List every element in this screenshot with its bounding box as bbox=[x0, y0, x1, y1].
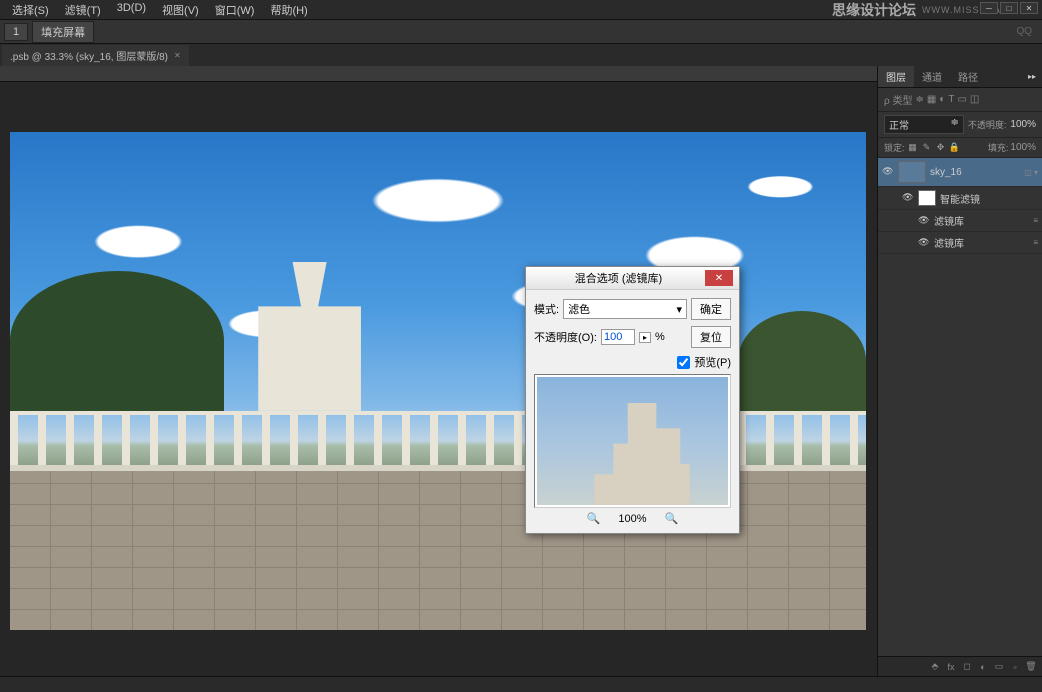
smart-object-icon: ◫ ▾ bbox=[1024, 168, 1038, 177]
dialog-close-btn[interactable]: ✕ bbox=[705, 270, 733, 286]
layer-thumbnail[interactable] bbox=[898, 161, 926, 183]
options-bar: 1 填充屏幕 QQ bbox=[0, 20, 1042, 44]
lock-label: 锁定: bbox=[884, 141, 905, 154]
panel-opacity-label: 不透明度: bbox=[968, 118, 1007, 131]
menu-filter[interactable]: 滤镜(T) bbox=[59, 0, 107, 20]
opacity-input[interactable] bbox=[601, 329, 635, 345]
fill-label: 填充: bbox=[988, 141, 1009, 154]
blend-mode-value: 正常 bbox=[889, 117, 909, 132]
menu-view[interactable]: 视图(V) bbox=[156, 0, 205, 20]
blend-options-dialog: 混合选项 (滤镜库) ✕ 模式: 滤色 ▾ 确定 不透明度(O): ▸ % bbox=[525, 266, 740, 534]
document-tab-label: .psb @ 33.3% (sky_16, 图层蒙版/8) bbox=[10, 48, 168, 63]
mask-thumbnail[interactable] bbox=[918, 190, 936, 206]
filter-adjust-icon[interactable]: ◐ bbox=[939, 94, 945, 105]
menu-help[interactable]: 帮助(H) bbox=[264, 0, 313, 20]
close-tab-icon[interactable]: ✕ bbox=[174, 51, 181, 60]
ribbon-btn-1[interactable]: 1 bbox=[4, 23, 28, 41]
filter-edit-icon[interactable]: ≡ bbox=[1033, 238, 1038, 247]
layer-name[interactable]: 智能滤镜 bbox=[940, 191, 1038, 206]
menu-bar: 选择(S) 滤镜(T) 3D(D) 视图(V) 窗口(W) 帮助(H) 思缘设计… bbox=[0, 0, 1042, 20]
visibility-icon[interactable]: 👁 bbox=[882, 166, 894, 178]
group-icon[interactable]: ▭ bbox=[992, 660, 1006, 674]
preview-image[interactable] bbox=[537, 377, 728, 505]
tab-layers[interactable]: 图层 bbox=[878, 66, 914, 87]
mask-icon[interactable]: ◻ bbox=[960, 660, 974, 674]
panel-opacity-value[interactable]: 100% bbox=[1010, 119, 1036, 130]
mode-value: 滤色 bbox=[568, 301, 590, 317]
filter-shape-icon[interactable]: ▭ bbox=[957, 94, 966, 105]
lock-all-icon[interactable]: 🔒 bbox=[949, 142, 961, 154]
chevron-down-icon: ▾ bbox=[676, 303, 682, 316]
ok-button[interactable]: 确定 bbox=[691, 298, 731, 320]
ribbon-btn-fill[interactable]: 填充屏幕 bbox=[32, 21, 94, 43]
fx-icon[interactable]: fx bbox=[944, 660, 958, 674]
zoom-in-icon[interactable]: 🔍 bbox=[665, 512, 679, 525]
document-tab[interactable]: .psb @ 33.3% (sky_16, 图层蒙版/8) ✕ bbox=[2, 45, 189, 66]
layer-name[interactable]: sky_16 bbox=[930, 167, 1020, 178]
menu-3d[interactable]: 3D(D) bbox=[111, 0, 152, 20]
layer-name[interactable]: 滤镜库 bbox=[934, 235, 1029, 250]
new-layer-icon[interactable]: ▫ bbox=[1008, 660, 1022, 674]
visibility-icon[interactable]: 👁 bbox=[918, 215, 930, 227]
qq-label: QQ bbox=[1016, 26, 1038, 37]
preview-checkbox[interactable] bbox=[677, 356, 690, 369]
filter-type-icon[interactable]: T bbox=[948, 94, 954, 105]
mode-label: 模式: bbox=[534, 301, 559, 317]
zoom-value: 100% bbox=[618, 513, 646, 525]
lock-move-icon[interactable]: ✥ bbox=[935, 142, 947, 154]
visibility-icon[interactable]: 👁 bbox=[902, 192, 914, 204]
zoom-out-icon[interactable]: 🔍 bbox=[587, 512, 601, 525]
kind-label: ρ 类型 bbox=[884, 92, 912, 107]
fill-value[interactable]: 100% bbox=[1010, 142, 1036, 153]
opacity-label: 不透明度(O): bbox=[534, 329, 597, 345]
maximize-btn[interactable]: □ bbox=[1000, 2, 1018, 14]
close-window-btn[interactable]: ✕ bbox=[1020, 2, 1038, 14]
layer-row[interactable]: 👁 滤镜库 ≡ bbox=[878, 232, 1042, 254]
document-tabs: .psb @ 33.3% (sky_16, 图层蒙版/8) ✕ bbox=[0, 44, 1042, 66]
lock-pixels-icon[interactable]: ▦ bbox=[907, 142, 919, 154]
trash-icon[interactable]: 🗑 bbox=[1024, 660, 1038, 674]
dialog-titlebar[interactable]: 混合选项 (滤镜库) ✕ bbox=[526, 267, 739, 290]
dialog-title-text: 混合选项 (滤镜库) bbox=[532, 270, 705, 286]
brand-name: 思缘设计论坛 bbox=[832, 0, 916, 20]
ruler-horizontal bbox=[0, 66, 877, 82]
minimize-btn[interactable]: ─ bbox=[980, 2, 998, 14]
menu-window[interactable]: 窗口(W) bbox=[209, 0, 261, 20]
layer-row[interactable]: 👁 sky_16 ◫ ▾ bbox=[878, 158, 1042, 187]
canvas-area: 混合选项 (滤镜库) ✕ 模式: 滤色 ▾ 确定 不透明度(O): ▸ % bbox=[0, 66, 877, 676]
lock-brush-icon[interactable]: ✎ bbox=[921, 142, 933, 154]
layer-row[interactable]: 👁 智能滤镜 bbox=[878, 187, 1042, 210]
menu-select[interactable]: 选择(S) bbox=[6, 0, 55, 20]
reset-button[interactable]: 复位 bbox=[691, 326, 731, 348]
preview-label: 预览(P) bbox=[694, 354, 731, 370]
layer-row[interactable]: 👁 滤镜库 ≡ bbox=[878, 210, 1042, 232]
status-bar bbox=[0, 676, 1042, 692]
filter-smart-icon[interactable]: ◫ bbox=[970, 94, 979, 105]
mode-select[interactable]: 滤色 ▾ bbox=[563, 299, 687, 319]
opacity-unit: % bbox=[655, 331, 665, 343]
visibility-icon[interactable]: 👁 bbox=[918, 237, 930, 249]
blend-mode-select[interactable]: 正常≑ bbox=[884, 115, 964, 134]
preview-box bbox=[534, 374, 731, 508]
panel-menu-icon[interactable]: ▸▸ bbox=[1022, 72, 1042, 81]
tab-paths[interactable]: 路径 bbox=[950, 66, 986, 87]
layers-panel: 图层 通道 路径 ▸▸ ρ 类型 ≑ ▦ ◐ T ▭ ◫ 正常≑ 不透明度: 1… bbox=[877, 66, 1042, 676]
tab-channels[interactable]: 通道 bbox=[914, 66, 950, 87]
adjustment-icon[interactable]: ◐ bbox=[976, 660, 990, 674]
opacity-arrow-icon[interactable]: ▸ bbox=[639, 332, 651, 343]
filter-image-icon[interactable]: ▦ bbox=[927, 94, 936, 105]
layer-name[interactable]: 滤镜库 bbox=[934, 213, 1029, 228]
link-icon[interactable]: ⬘ bbox=[928, 660, 942, 674]
filter-edit-icon[interactable]: ≡ bbox=[1033, 216, 1038, 225]
